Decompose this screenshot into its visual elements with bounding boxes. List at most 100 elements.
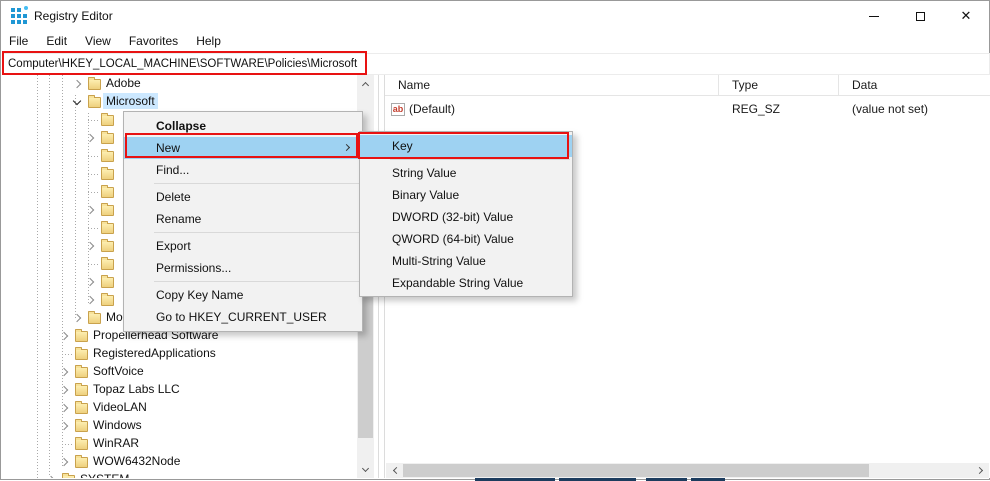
tree-connector <box>88 156 100 157</box>
tree-connector <box>88 174 100 175</box>
scroll-right-button[interactable] <box>972 463 989 478</box>
tree-item-registeredapplications[interactable]: RegisteredApplications <box>2 345 358 363</box>
tree-item-label: SYSTEM <box>77 471 132 478</box>
tree-item-microsoft[interactable]: Microsoft <box>2 93 358 111</box>
value-row[interactable]: ab (Default) REG_SZ (value not set) <box>385 100 990 118</box>
chevron-right-icon[interactable] <box>46 475 56 478</box>
submenu-item-binary-value[interactable]: Binary Value <box>360 184 572 206</box>
menubar-item-edit[interactable]: Edit <box>37 31 76 52</box>
chevron-down-icon[interactable] <box>72 96 82 106</box>
folder-icon <box>101 149 114 162</box>
tree-item-label: Adobe <box>106 76 141 90</box>
minimize-icon <box>869 15 879 17</box>
chevron-right-icon[interactable] <box>85 277 95 287</box>
menubar-item-view[interactable]: View <box>76 31 120 52</box>
context-menu-item-copy-key-name[interactable]: Copy Key Name <box>124 284 362 306</box>
folder-icon <box>75 365 88 378</box>
menu-separator <box>154 281 360 282</box>
folder-icon <box>75 329 88 342</box>
tree-item-topaz-labs-llc[interactable]: Topaz Labs LLC <box>2 381 358 399</box>
folder-icon <box>75 419 88 432</box>
folder-icon <box>88 77 101 90</box>
window-title: Registry Editor <box>34 9 113 23</box>
chevron-right-icon[interactable] <box>59 367 69 377</box>
scroll-left-button[interactable] <box>386 463 403 478</box>
menu-separator <box>390 159 570 160</box>
submenu-item-dword-32-bit-value[interactable]: DWORD (32-bit) Value <box>360 206 572 228</box>
chevron-right-icon[interactable] <box>85 295 95 305</box>
submenu-item-multi-string-value[interactable]: Multi-String Value <box>360 250 572 272</box>
column-header-name[interactable]: Name <box>385 75 719 95</box>
folder-icon <box>75 437 88 450</box>
tree-item-videolan[interactable]: VideoLAN <box>2 399 358 417</box>
tree-connector <box>62 444 74 445</box>
folder-icon <box>101 293 114 306</box>
registry-editor-icon <box>11 6 28 24</box>
value-name: (Default) <box>409 102 456 116</box>
chevron-right-icon[interactable] <box>72 79 82 89</box>
close-icon: ✕ <box>960 8 972 23</box>
tree-item-winrar[interactable]: WinRAR <box>2 435 358 453</box>
tree-item-adobe[interactable]: Adobe <box>2 75 358 93</box>
tree-item-wow6432node[interactable]: WOW6432Node <box>2 453 358 471</box>
chevron-right-icon[interactable] <box>59 403 69 413</box>
context-menu-item-delete[interactable]: Delete <box>124 186 362 208</box>
menu-separator <box>154 232 360 233</box>
scrollbar-thumb[interactable] <box>403 464 869 477</box>
column-header-type[interactable]: Type <box>719 75 839 95</box>
context-menu-item-go-to-hkey-current-user[interactable]: Go to HKEY_CURRENT_USER <box>124 306 362 328</box>
annotation-box-new <box>125 133 358 158</box>
tree-item-label: WinRAR <box>93 436 140 450</box>
context-menu-item-rename[interactable]: Rename <box>124 208 362 230</box>
chevron-right-icon[interactable] <box>85 205 95 215</box>
values-horizontal-scrollbar[interactable] <box>386 463 989 478</box>
folder-icon <box>101 113 114 126</box>
chevron-right-icon[interactable] <box>59 385 69 395</box>
value-type-cell: REG_SZ <box>732 102 781 116</box>
chevron-up-icon <box>361 81 370 89</box>
chevron-right-icon[interactable] <box>59 331 69 341</box>
menubar-item-help[interactable]: Help <box>187 31 230 52</box>
tree-connector <box>88 192 100 193</box>
folder-icon <box>101 275 114 288</box>
value-name-cell: ab (Default) <box>385 100 719 118</box>
menubar-item-file[interactable]: File <box>1 31 37 52</box>
submenu-item-expandable-string-value[interactable]: Expandable String Value <box>360 272 572 294</box>
close-button[interactable]: ✕ <box>943 1 989 31</box>
context-menu-item-find-[interactable]: Find... <box>124 159 362 181</box>
maximize-button[interactable] <box>897 1 943 31</box>
minimize-button[interactable] <box>851 1 897 31</box>
context-menu-item-permissions-[interactable]: Permissions... <box>124 257 362 279</box>
scroll-up-button[interactable] <box>357 75 374 92</box>
tree-item-label: RegisteredApplications <box>93 346 216 360</box>
tree-connector <box>62 354 74 355</box>
tree-item-system[interactable]: SYSTEM <box>2 471 358 478</box>
scroll-down-button[interactable] <box>357 461 374 478</box>
annotation-box-address <box>2 51 367 75</box>
folder-icon <box>75 347 88 360</box>
folder-icon <box>101 167 114 180</box>
folder-icon <box>101 131 114 144</box>
submenu-item-string-value[interactable]: String Value <box>360 162 572 184</box>
annotation-box-key <box>358 132 569 159</box>
chevron-right-icon[interactable] <box>72 313 82 323</box>
column-header-data[interactable]: Data <box>839 75 990 95</box>
tree-item-softvoice[interactable]: SoftVoice <box>2 363 358 381</box>
chevron-right-icon[interactable] <box>59 421 69 431</box>
context-menu-item-export[interactable]: Export <box>124 235 362 257</box>
folder-icon <box>101 203 114 216</box>
folder-icon <box>101 257 114 270</box>
title-bar: Registry Editor ✕ <box>1 1 989 31</box>
chevron-right-icon <box>975 466 983 475</box>
tree-item-label: Microsoft <box>103 93 158 109</box>
chevron-right-icon[interactable] <box>59 457 69 467</box>
folder-icon <box>75 401 88 414</box>
chevron-right-icon[interactable] <box>85 241 95 251</box>
tree-item-windows[interactable]: Windows <box>2 417 358 435</box>
tree-connector <box>88 228 100 229</box>
chevron-right-icon[interactable] <box>85 133 95 143</box>
value-data-cell: (value not set) <box>852 102 929 116</box>
tree-item-label: Topaz Labs LLC <box>93 382 180 396</box>
menubar-item-favorites[interactable]: Favorites <box>120 31 187 52</box>
submenu-item-qword-64-bit-value[interactable]: QWORD (64-bit) Value <box>360 228 572 250</box>
